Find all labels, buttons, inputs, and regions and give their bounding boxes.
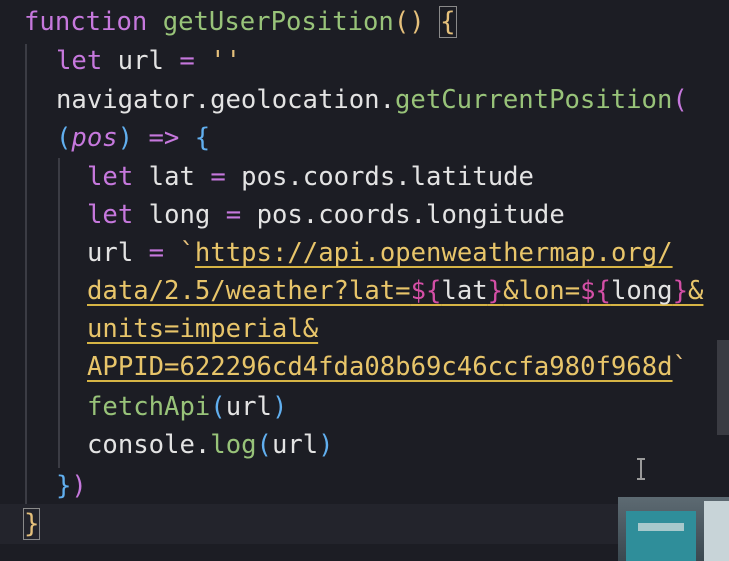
argument: url bbox=[225, 392, 272, 422]
code-line-7[interactable]: url = `https://api.openweathermap.org/ bbox=[87, 236, 673, 270]
template-string: data/2.5/weather?lat= bbox=[87, 276, 411, 306]
indent-guide bbox=[25, 44, 27, 504]
expression: pos.coords.longitude bbox=[256, 200, 565, 230]
close-paren: ) bbox=[271, 392, 288, 422]
parens: () bbox=[393, 7, 425, 37]
template-string: units=imperial& bbox=[87, 314, 319, 344]
object: console. bbox=[87, 430, 211, 460]
operator: = bbox=[225, 200, 242, 230]
code-line-12[interactable]: console.log(url) bbox=[87, 428, 334, 462]
method-name: getCurrentPosition bbox=[395, 85, 673, 115]
code-line-13[interactable]: }) bbox=[56, 469, 87, 503]
code-line-5[interactable]: let lat = pos.coords.latitude bbox=[87, 160, 534, 194]
variable: lat bbox=[148, 162, 195, 192]
template-string: &lon= bbox=[503, 276, 581, 306]
code-line-1[interactable]: function getUserPosition() { bbox=[24, 5, 457, 39]
template-delimiter: } bbox=[487, 276, 504, 306]
vertical-scrollbar[interactable] bbox=[717, 340, 729, 435]
parameter: pos bbox=[71, 123, 118, 153]
code-editor[interactable]: function getUserPosition() { let url = '… bbox=[0, 0, 729, 561]
object: navigator.geolocation. bbox=[56, 85, 395, 115]
variable: url bbox=[87, 238, 134, 268]
template-delimiter: ${ bbox=[580, 276, 611, 306]
variable: long bbox=[148, 200, 211, 230]
code-line-14[interactable]: } bbox=[22, 507, 41, 541]
close-brace: } bbox=[56, 471, 72, 501]
keyword: function bbox=[24, 7, 148, 37]
code-line-11[interactable]: fetchApi(url) bbox=[87, 390, 287, 424]
template-string: APPID=622296cd4fda08b69c46ccfa980f968d bbox=[87, 352, 673, 382]
template-variable: long bbox=[610, 276, 673, 306]
webcam-overlay bbox=[618, 497, 729, 561]
keyword: let bbox=[56, 46, 103, 76]
template-delimiter: } bbox=[672, 276, 689, 306]
function-name: getUserPosition bbox=[162, 7, 394, 37]
argument: url bbox=[271, 430, 319, 460]
open-paren: ( bbox=[672, 85, 688, 115]
close-paren: ) bbox=[71, 471, 87, 501]
operator: = bbox=[179, 46, 195, 76]
keyword: let bbox=[87, 200, 134, 230]
open-paren: ( bbox=[210, 392, 226, 422]
code-line-9[interactable]: units=imperial& bbox=[87, 312, 318, 346]
operator: = bbox=[210, 162, 226, 192]
open-brace: { bbox=[194, 123, 211, 153]
code-line-4[interactable]: (pos) => { bbox=[56, 121, 210, 155]
code-line-6[interactable]: let long = pos.coords.longitude bbox=[87, 198, 565, 232]
open-brace: { bbox=[439, 6, 457, 38]
open-paren: ( bbox=[56, 123, 72, 153]
string-literal: '' bbox=[210, 46, 241, 76]
text-cursor-icon bbox=[637, 458, 645, 480]
arrow-operator: => bbox=[148, 123, 180, 153]
code-line-2[interactable]: let url = '' bbox=[56, 44, 241, 78]
backtick: ` bbox=[672, 352, 688, 382]
variable: url bbox=[117, 46, 164, 76]
keyword: let bbox=[87, 162, 134, 192]
code-line-8[interactable]: data/2.5/weather?lat=${lat}&lon=${long}& bbox=[87, 274, 703, 308]
operator: = bbox=[148, 238, 165, 268]
close-paren: ) bbox=[117, 123, 134, 153]
expression: pos.coords.latitude bbox=[241, 162, 534, 192]
open-paren: ( bbox=[256, 430, 272, 460]
close-paren: ) bbox=[318, 430, 334, 460]
code-line-10[interactable]: APPID=622296cd4fda08b69c46ccfa980f968d` bbox=[87, 350, 688, 384]
template-string: https://api.openweathermap.org/ bbox=[194, 238, 673, 268]
close-brace: } bbox=[22, 508, 41, 540]
template-string: & bbox=[688, 276, 704, 306]
template-variable: lat bbox=[441, 276, 488, 306]
function-call: fetchApi bbox=[87, 392, 211, 422]
template-delimiter: ${ bbox=[410, 276, 442, 306]
function-call: log bbox=[210, 430, 257, 460]
code-line-3[interactable]: navigator.geolocation.getCurrentPosition… bbox=[56, 83, 688, 117]
backtick: ` bbox=[179, 238, 195, 268]
indent-guide bbox=[58, 158, 60, 468]
